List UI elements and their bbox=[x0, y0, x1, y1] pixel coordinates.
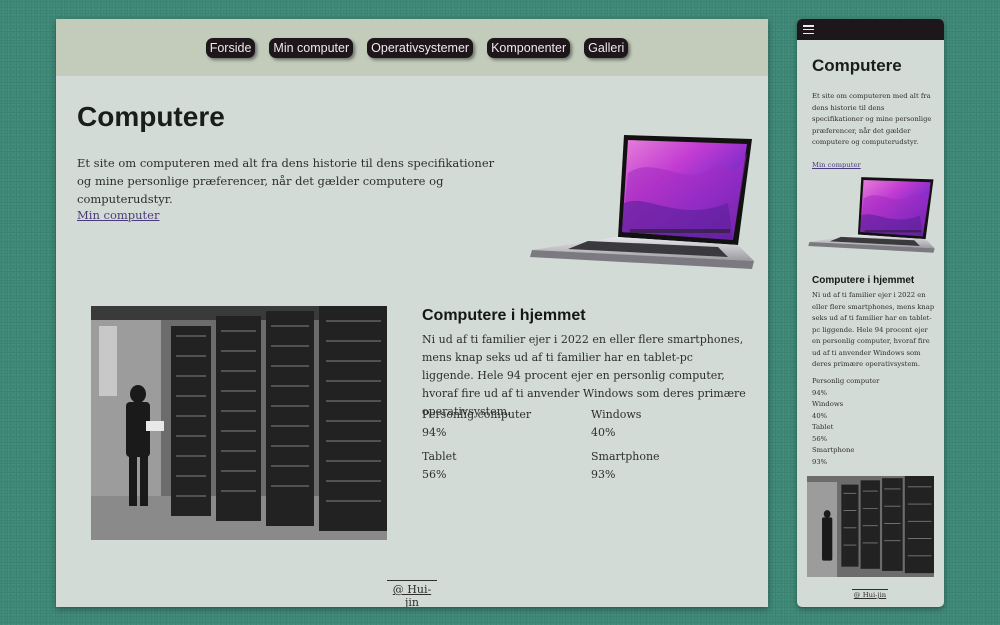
mobile-page-title: Computere bbox=[812, 56, 902, 75]
stat-item: Windows 40% bbox=[591, 406, 752, 442]
stat-label: Personlig computer bbox=[812, 377, 880, 385]
mobile-stats-list: Personlig computer 94% Windows 40% Table… bbox=[812, 376, 932, 468]
nav-galleri[interactable]: Galleri bbox=[584, 37, 629, 58]
nav-min-computer[interactable]: Min computer bbox=[269, 37, 354, 58]
hamburger-menu-icon[interactable] bbox=[803, 25, 814, 34]
mobile-laptop-image bbox=[807, 176, 937, 264]
min-computer-link[interactable]: Min computer bbox=[77, 208, 159, 222]
stat-label: Windows bbox=[812, 400, 844, 408]
stat-value: 93% bbox=[591, 468, 616, 481]
stat-item: Tablet 56% bbox=[422, 448, 591, 484]
stat-item: Smartphone 93% bbox=[591, 448, 752, 484]
stat-item: Personlig computer 94% bbox=[422, 406, 591, 442]
footer-credit-link[interactable]: @ Hui-jin bbox=[387, 580, 437, 607]
intro-text: Et site om computeren med alt fra dens h… bbox=[77, 156, 495, 206]
nav-forside[interactable]: Forside bbox=[205, 37, 256, 58]
stat-value: 93% bbox=[812, 457, 828, 466]
main-nav: Forside Min computer Operativsystemer Ko… bbox=[56, 19, 768, 76]
mobile-mainframe-photo bbox=[807, 476, 934, 577]
stat-value: 94% bbox=[812, 388, 828, 397]
mobile-footer-credit-link[interactable]: @ Hui-jin bbox=[852, 589, 888, 599]
mobile-home-section-heading: Computere i hjemmet bbox=[812, 275, 915, 286]
mobile-min-computer-link[interactable]: Min computer bbox=[812, 160, 861, 172]
stat-label: Smartphone bbox=[812, 446, 855, 454]
mobile-home-section-text: Ni ud af ti familier ejer i 2022 en elle… bbox=[812, 291, 935, 368]
nav-operativsystemer[interactable]: Operativsystemer bbox=[367, 37, 474, 58]
mainframe-photo bbox=[91, 306, 387, 540]
mobile-intro-text: Et site om computeren med alt fra dens h… bbox=[812, 92, 932, 146]
stat-label: Tablet bbox=[422, 450, 457, 463]
stat-label: Tablet bbox=[812, 423, 834, 431]
home-section-heading: Computere i hjemmet bbox=[422, 307, 586, 324]
desktop-preview: Forside Min computer Operativsystemer Ko… bbox=[56, 19, 768, 607]
laptop-image bbox=[528, 133, 758, 289]
stat-value: 94% bbox=[422, 426, 447, 439]
stat-label: Personlig computer bbox=[422, 408, 532, 421]
stat-value: 40% bbox=[812, 411, 828, 420]
stat-label: Smartphone bbox=[591, 450, 660, 463]
mobile-preview: Computere Et site om computeren med alt … bbox=[797, 19, 944, 607]
stat-label: Windows bbox=[591, 408, 642, 421]
nav-komponenter[interactable]: Komponenter bbox=[487, 37, 571, 58]
stat-value: 40% bbox=[591, 426, 616, 439]
stat-value: 56% bbox=[422, 468, 447, 481]
page-title: Computere bbox=[77, 101, 225, 132]
mobile-top-bar bbox=[797, 19, 944, 40]
stats-grid: Personlig computer 94% Windows 40% Table… bbox=[422, 406, 752, 484]
stat-value: 56% bbox=[812, 434, 828, 443]
